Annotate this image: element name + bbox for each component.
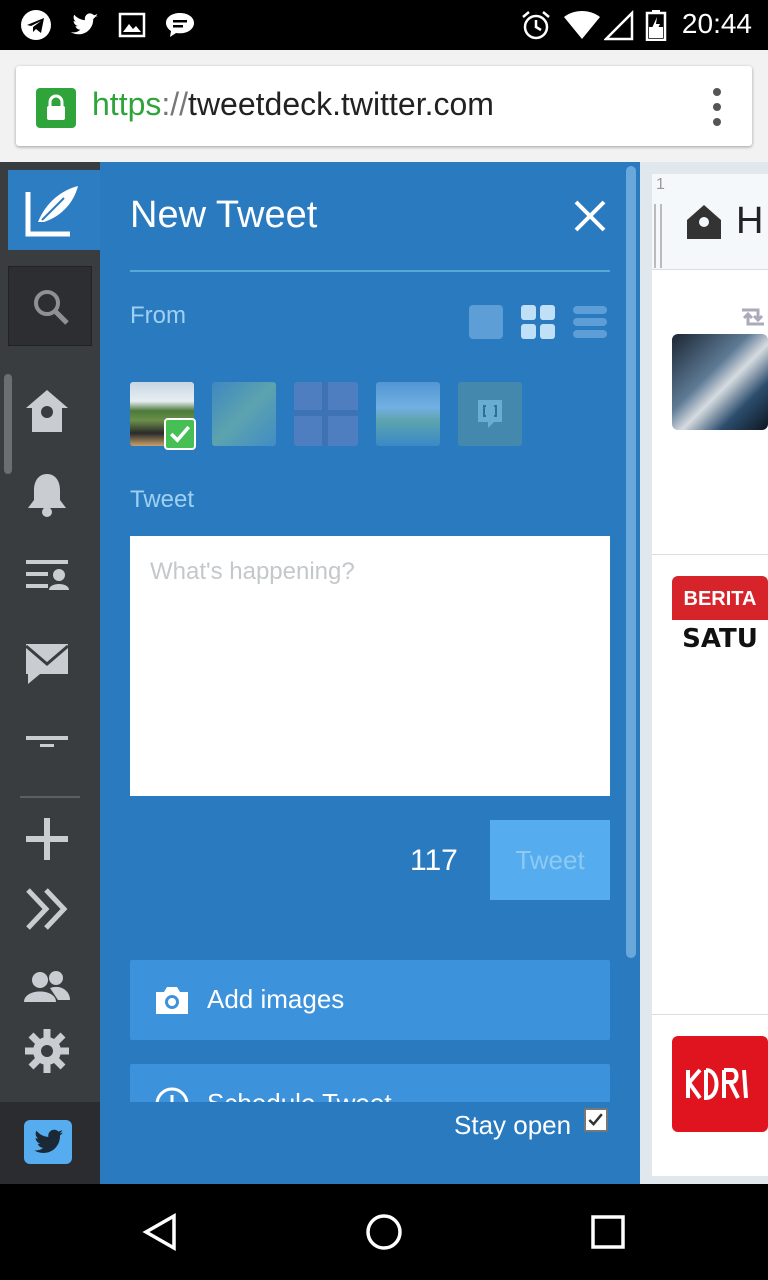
single-view-icon[interactable]	[468, 304, 504, 340]
tweetdeck-app: 1 H BERITA SATU New Tweet From Tweet Wha…	[0, 162, 768, 1184]
url-host: tweetdeck.twitter.com	[188, 86, 494, 122]
notifications-icon[interactable]	[22, 468, 72, 518]
nav-scrollbar[interactable]	[4, 374, 12, 474]
telegram-icon	[21, 10, 51, 40]
battery-icon	[645, 10, 667, 41]
url-bar[interactable]: https://tweetdeck.twitter.com	[16, 66, 752, 146]
nav-sidebar	[0, 162, 100, 1184]
add-images-button[interactable]: Add images	[130, 960, 610, 1040]
alarm-icon	[522, 11, 550, 40]
account-avatar[interactable]	[294, 382, 358, 446]
tweet-avatar[interactable]	[672, 334, 768, 430]
close-icon[interactable]	[568, 194, 612, 238]
kdri-logo	[686, 1068, 748, 1101]
status-bar: 20:44	[0, 0, 768, 50]
tweet-divider	[652, 1014, 768, 1015]
compose-panel: New Tweet From Tweet What's happening? 1…	[100, 162, 640, 1184]
url-separator: ://	[161, 86, 189, 122]
back-icon[interactable]	[140, 1212, 180, 1252]
home-column: 1 H BERITA SATU	[652, 174, 768, 1176]
collapse-icon[interactable]	[22, 884, 72, 934]
home-button-icon[interactable]	[364, 1212, 404, 1252]
lock-icon	[36, 88, 76, 128]
nav-divider	[20, 796, 80, 798]
clock: 20:44	[681, 8, 752, 39]
schedule-tweet-button[interactable]: Schedule Tweet	[130, 1064, 610, 1102]
url-text[interactable]: https://tweetdeck.twitter.com	[92, 86, 494, 123]
account-avatar[interactable]	[212, 382, 276, 446]
lists-icon[interactable]	[22, 550, 72, 600]
column-number: 1	[656, 176, 665, 193]
add-images-label: Add images	[207, 984, 345, 1014]
add-column-icon[interactable]	[22, 814, 72, 864]
browser-toolbar: https://tweetdeck.twitter.com	[0, 50, 768, 162]
beritasatu-logo-sub: SATU	[672, 620, 768, 672]
beritasatu-logo: BERITA	[672, 576, 768, 622]
messages-icon[interactable]	[22, 636, 72, 686]
compose-scroll-area: New Tweet From Tweet What's happening? 1…	[100, 162, 640, 1102]
column-title: H	[736, 200, 764, 242]
clock-icon	[155, 1087, 189, 1102]
tweet-button[interactable]: Tweet	[490, 820, 610, 900]
schedule-tweet-label: Schedule Tweet	[207, 1088, 392, 1102]
tweet-textarea[interactable]	[130, 536, 610, 796]
panel-scrollbar[interactable]	[626, 166, 636, 958]
from-label: From	[130, 302, 186, 329]
column-header[interactable]: 1 H	[652, 174, 768, 270]
camera-icon	[156, 987, 188, 1014]
account-avatar[interactable]	[130, 382, 196, 450]
panel-title: New Tweet	[130, 194, 318, 236]
gallery-icon	[118, 12, 146, 38]
home-icon[interactable]	[22, 386, 72, 436]
nav-footer	[0, 1102, 100, 1184]
wifi-icon	[564, 11, 600, 39]
retweet-icon	[742, 308, 764, 326]
checkmark-icon	[164, 418, 196, 450]
compose-icon	[25, 186, 78, 237]
search-button[interactable]	[8, 266, 92, 346]
account-avatar[interactable]	[376, 382, 440, 446]
drag-handle[interactable]	[654, 204, 662, 268]
overflow-menu-icon[interactable]	[712, 88, 722, 126]
system-nav-bar	[0, 1184, 768, 1280]
settings-icon[interactable]	[22, 1026, 72, 1076]
char-counter: 117	[410, 844, 458, 877]
recents-icon[interactable]	[588, 1212, 628, 1252]
chat-icon	[166, 13, 194, 37]
filter-icon[interactable]	[22, 714, 72, 764]
account-avatar[interactable]	[458, 382, 522, 446]
tweet-divider	[652, 554, 768, 555]
signal-icon	[604, 9, 634, 41]
compose-button[interactable]	[8, 170, 100, 250]
search-icon	[34, 290, 69, 325]
tweet-avatar[interactable]: BERITA SATU	[672, 576, 768, 672]
twitter-icon	[70, 13, 98, 35]
grid-view-icon[interactable]	[520, 304, 556, 340]
stay-open-label: Stay open	[454, 1110, 572, 1140]
home-icon	[687, 205, 721, 239]
accounts-icon[interactable]	[22, 962, 72, 1012]
list-view-icon[interactable]	[572, 304, 608, 340]
tweet-label: Tweet	[130, 486, 195, 513]
tweet-avatar[interactable]	[672, 1036, 768, 1132]
stay-open-checkbox[interactable]	[584, 1108, 608, 1132]
title-divider	[130, 270, 610, 272]
twitter-logo-icon[interactable]	[24, 1120, 72, 1164]
url-protocol: https	[92, 86, 162, 122]
